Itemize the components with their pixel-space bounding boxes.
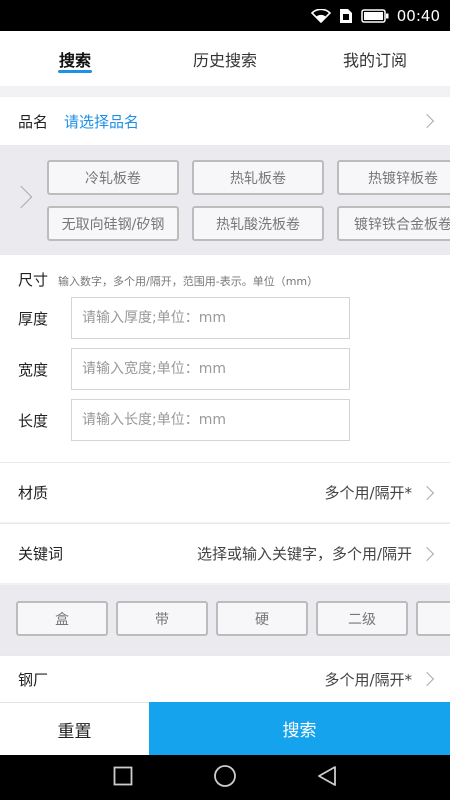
thickness-label: 厚度: [18, 309, 49, 328]
product-chip[interactable]: 热轧酸洗板卷: [192, 206, 324, 241]
keyword-chip-list: 盒 带 硬 二级: [16, 601, 450, 636]
product-name-row[interactable]: 品名 请选择品名: [0, 97, 450, 145]
product-name-selector[interactable]: 请选择品名: [64, 111, 422, 132]
tab-history[interactable]: 历史搜索: [150, 31, 300, 86]
keyword-value[interactable]: 选择或输入关键字，多个用/隔开: [197, 543, 412, 564]
product-name-label: 品名: [18, 112, 49, 131]
material-row[interactable]: 材质 多个用/隔开*: [0, 462, 450, 522]
chevron-right-icon: [419, 546, 435, 561]
length-input[interactable]: [71, 399, 350, 441]
keyword-row[interactable]: 关键词 选择或输入关键字，多个用/隔开: [0, 523, 450, 583]
size-title: 尺寸: [18, 271, 49, 289]
sim-icon: [339, 8, 353, 24]
size-hint: 输入数字，多个用/隔开，范围用-表示。单位（mm）: [58, 275, 319, 288]
search-button[interactable]: 搜索: [149, 702, 450, 755]
product-chip[interactable]: 热镀锌板卷: [337, 160, 450, 195]
expand-chevron-icon[interactable]: [9, 185, 33, 209]
keyword-chip-area: 盒 带 硬 二级: [0, 585, 450, 655]
length-label: 长度: [18, 411, 49, 430]
size-section: 尺寸 输入数字，多个用/隔开，范围用-表示。单位（mm） 厚度 宽度 长度: [0, 255, 450, 462]
battery-icon: [361, 8, 389, 23]
thickness-row: 厚度: [18, 297, 350, 339]
keyword-chip[interactable]: 盒: [16, 601, 108, 636]
tab-bar: 搜索 历史搜索 我的订阅: [0, 31, 450, 86]
recent-apps-icon[interactable]: [113, 766, 133, 790]
width-label: 宽度: [18, 360, 49, 379]
length-row: 长度: [18, 399, 350, 441]
product-chip[interactable]: 热轧板卷: [192, 160, 324, 195]
keyword-chip[interactable]: 二级: [316, 601, 408, 636]
keyword-chip[interactable]: [416, 601, 450, 636]
keyword-chip[interactable]: 带: [116, 601, 208, 636]
chevron-right-icon: [419, 485, 435, 500]
material-label: 材质: [18, 484, 49, 502]
thickness-input[interactable]: [71, 297, 350, 339]
home-icon[interactable]: [213, 764, 237, 792]
width-input[interactable]: [71, 348, 350, 390]
keyword-chip[interactable]: 硬: [216, 601, 308, 636]
steel-mill-value[interactable]: 多个用/隔开*: [324, 669, 412, 690]
status-bar: 00:40: [0, 0, 450, 31]
chevron-right-icon: [419, 671, 435, 687]
product-chip-area: 冷轧板卷 热轧板卷 热镀锌板卷 无取向硅钢/矽钢 热轧酸洗板卷 镀锌铁合金板卷: [0, 145, 450, 255]
product-chip[interactable]: 无取向硅钢/矽钢: [47, 206, 179, 241]
reset-button[interactable]: 重置: [0, 702, 149, 755]
material-value[interactable]: 多个用/隔开*: [324, 482, 412, 503]
steel-mill-row[interactable]: 钢厂 多个用/隔开*: [0, 655, 450, 702]
product-chip[interactable]: 冷轧板卷: [47, 160, 179, 195]
back-icon[interactable]: [317, 765, 337, 791]
action-bar: 重置 搜索: [0, 702, 450, 755]
steel-mill-label: 钢厂: [18, 670, 49, 689]
tab-search[interactable]: 搜索: [0, 31, 150, 86]
width-row: 宽度: [18, 348, 350, 390]
product-chip[interactable]: 镀锌铁合金板卷: [337, 206, 450, 241]
product-chip-grid: 冷轧板卷 热轧板卷 热镀锌板卷 无取向硅钢/矽钢 热轧酸洗板卷 镀锌铁合金板卷: [47, 160, 450, 241]
tab-subscription[interactable]: 我的订阅: [300, 31, 450, 86]
keyword-label: 关键词: [18, 545, 64, 563]
size-header: 尺寸 输入数字，多个用/隔开，范围用-表示。单位（mm）: [18, 269, 318, 290]
system-nav-bar: [0, 755, 450, 800]
wifi-icon: [310, 8, 331, 23]
chevron-right-icon: [419, 113, 435, 129]
clock: 00:40: [396, 6, 440, 25]
